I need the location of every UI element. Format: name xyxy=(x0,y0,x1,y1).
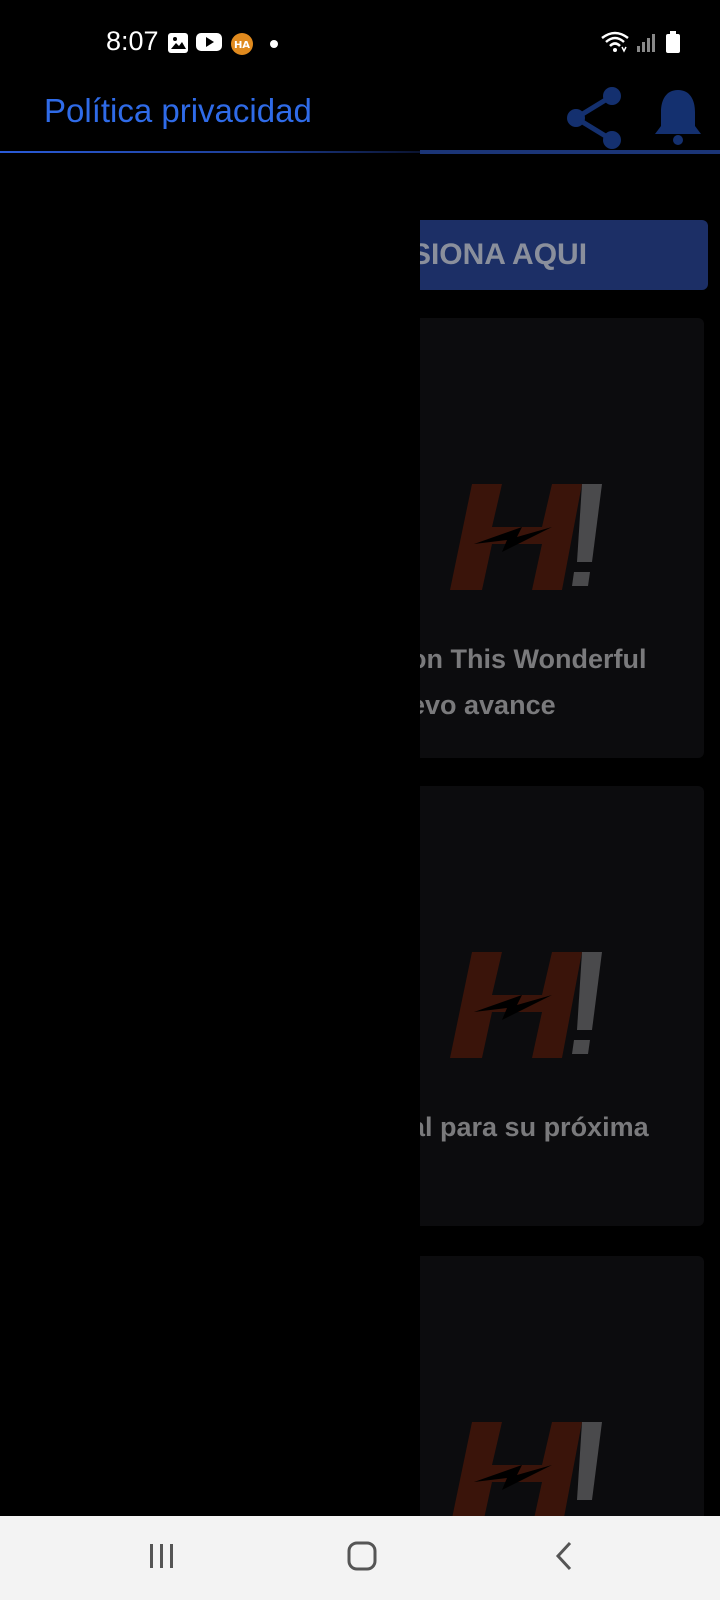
drawer-header: Política privacidad xyxy=(0,86,420,153)
status-bar: 8:07 HA xyxy=(0,0,720,86)
brand-logo-icon xyxy=(385,1420,612,1516)
wifi-icon xyxy=(600,30,630,59)
drawer-divider xyxy=(0,151,420,153)
home-icon xyxy=(346,1540,378,1577)
bell-icon[interactable] xyxy=(652,86,704,151)
signal-icon xyxy=(636,32,658,57)
card-title: on This Wonderful evo avance xyxy=(410,644,647,720)
recents-icon xyxy=(147,1542,177,1575)
card-title: al para su próxima xyxy=(410,1112,649,1142)
app-notification-icon: HA xyxy=(230,32,254,61)
drawer-item-privacy-policy[interactable]: Política privacidad xyxy=(44,92,312,130)
screen: 8:07 HA SIONA AQUI on This Wonderful evo… xyxy=(0,0,720,1600)
back-icon xyxy=(552,1540,576,1577)
home-button[interactable] xyxy=(302,1516,422,1600)
back-button[interactable] xyxy=(504,1516,624,1600)
brand-logo-icon xyxy=(385,482,612,597)
share-icon[interactable] xyxy=(564,86,628,155)
brand-logo-icon xyxy=(385,950,612,1065)
recents-button[interactable] xyxy=(102,1516,222,1600)
system-navigation-bar xyxy=(0,1516,720,1600)
gallery-icon xyxy=(167,32,189,59)
svg-text:HA: HA xyxy=(234,40,250,51)
dot-icon xyxy=(270,40,278,48)
youtube-icon xyxy=(196,32,222,57)
status-time: 8:07 xyxy=(106,26,159,56)
navigation-drawer[interactable]: Política privacidad xyxy=(0,86,420,1516)
battery-icon xyxy=(666,31,680,58)
